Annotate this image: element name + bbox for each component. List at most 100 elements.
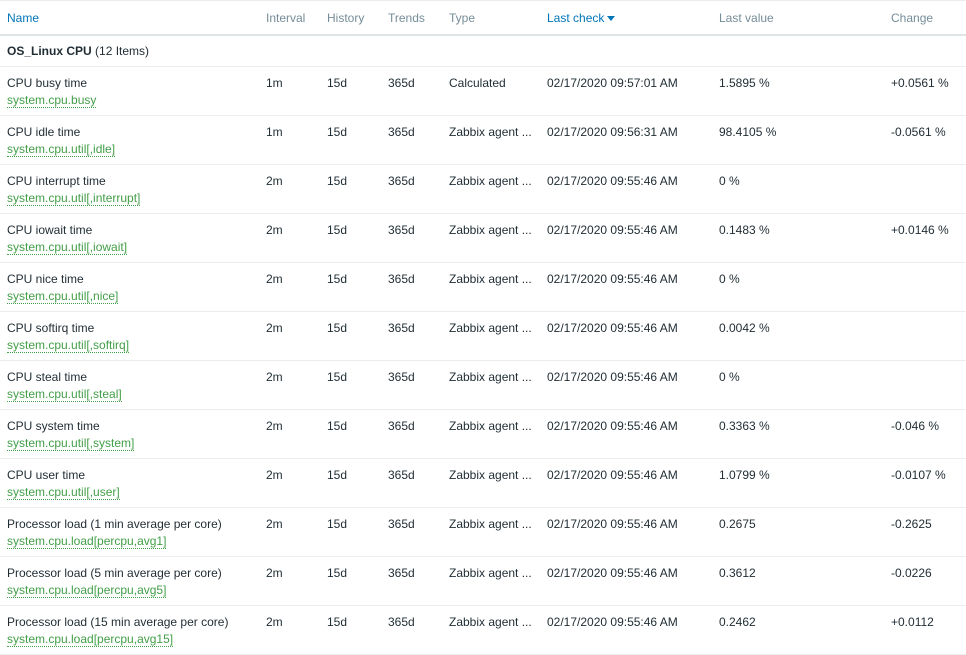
- table-row: CPU softirq time system.cpu.util[,softir…: [0, 311, 966, 361]
- item-trends: 365d: [381, 115, 442, 165]
- application-group-count: (12 Items): [95, 43, 150, 58]
- item-last-value: 0 %: [712, 164, 884, 214]
- item-last-check: 02/17/2020 09:55:46 AM: [540, 458, 712, 508]
- table-row: Processor load (15 min average per core)…: [0, 605, 966, 655]
- item-last-value: 0 %: [712, 360, 884, 410]
- item-type: Zabbix agent ...: [442, 409, 540, 459]
- item-key-link[interactable]: system.cpu.util[,iowait]: [7, 240, 128, 255]
- item-name-cell: CPU system time system.cpu.util[,system]: [0, 409, 259, 459]
- item-trends: 365d: [381, 66, 442, 116]
- application-group-name: OS_Linux CPU: [7, 43, 92, 58]
- item-last-check: 02/17/2020 09:55:46 AM: [540, 311, 712, 361]
- item-trends: 365d: [381, 409, 442, 459]
- item-change: +0.0146 %: [884, 213, 966, 263]
- item-name-cell: CPU busy time system.cpu.busy: [0, 66, 259, 116]
- item-name: CPU softirq time: [7, 320, 95, 335]
- item-last-check: 02/17/2020 09:55:46 AM: [540, 360, 712, 410]
- item-type: Zabbix agent ...: [442, 311, 540, 361]
- column-header-name[interactable]: Name: [0, 1, 259, 36]
- item-type: Zabbix agent ...: [442, 360, 540, 410]
- item-interval: 2m: [259, 311, 320, 361]
- table-row: CPU iowait time system.cpu.util[,iowait]…: [0, 213, 966, 263]
- item-history: 15d: [320, 213, 381, 263]
- column-header-trends: Trends: [381, 1, 442, 36]
- item-key-link[interactable]: system.cpu.util[,system]: [7, 436, 135, 451]
- item-last-check: 02/17/2020 09:57:01 AM: [540, 66, 712, 116]
- item-history: 15d: [320, 458, 381, 508]
- item-key-link[interactable]: system.cpu.util[,interrupt]: [7, 191, 141, 206]
- item-last-value: 98.4105 %: [712, 115, 884, 165]
- column-header-interval: Interval: [259, 1, 320, 36]
- item-last-check: 02/17/2020 09:55:46 AM: [540, 409, 712, 459]
- item-change: -0.0107 %: [884, 458, 966, 508]
- item-interval: 2m: [259, 164, 320, 214]
- item-key-link[interactable]: system.cpu.util[,nice]: [7, 289, 119, 304]
- item-name-cell: CPU steal time system.cpu.util[,steal]: [0, 360, 259, 410]
- item-key-link[interactable]: system.cpu.load[percpu,avg5]: [7, 583, 167, 598]
- table-row: Processor load (1 min average per core) …: [0, 507, 966, 557]
- item-last-value: 0.3612: [712, 556, 884, 606]
- item-key-link[interactable]: system.cpu.busy: [7, 93, 97, 108]
- item-interval: 2m: [259, 458, 320, 508]
- item-change: [884, 164, 966, 214]
- item-change: +0.0112: [884, 605, 966, 655]
- item-type: Zabbix agent ...: [442, 115, 540, 165]
- item-history: 15d: [320, 605, 381, 655]
- item-change: -0.0561 %: [884, 115, 966, 165]
- item-history: 15d: [320, 115, 381, 165]
- item-name: CPU interrupt time: [7, 173, 106, 188]
- item-last-value: 0.2462: [712, 605, 884, 655]
- item-name: Processor load (5 min average per core): [7, 565, 222, 580]
- table-row: CPU system time system.cpu.util[,system]…: [0, 409, 966, 459]
- table-row: CPU nice time system.cpu.util[,nice] 2m …: [0, 262, 966, 312]
- item-name: Processor load (1 min average per core): [7, 516, 222, 531]
- item-key-link[interactable]: system.cpu.util[,steal]: [7, 387, 122, 402]
- column-header-type: Type: [442, 1, 540, 36]
- item-last-check: 02/17/2020 09:55:46 AM: [540, 213, 712, 263]
- item-name-cell: Processor load (1 min average per core) …: [0, 507, 259, 557]
- table-body: OS_Linux CPU (12 Items) CPU busy time sy…: [0, 35, 966, 655]
- item-trends: 365d: [381, 556, 442, 606]
- item-last-value: 0.3363 %: [712, 409, 884, 459]
- item-trends: 365d: [381, 507, 442, 557]
- item-last-check: 02/17/2020 09:56:31 AM: [540, 115, 712, 165]
- item-history: 15d: [320, 262, 381, 312]
- item-interval: 2m: [259, 556, 320, 606]
- item-name: CPU busy time: [7, 75, 88, 90]
- item-type: Zabbix agent ...: [442, 262, 540, 312]
- item-type: Zabbix agent ...: [442, 164, 540, 214]
- item-history: 15d: [320, 556, 381, 606]
- item-change: -0.0226: [884, 556, 966, 606]
- item-interval: 1m: [259, 66, 320, 116]
- item-history: 15d: [320, 311, 381, 361]
- item-interval: 2m: [259, 360, 320, 410]
- item-last-check: 02/17/2020 09:55:46 AM: [540, 164, 712, 214]
- item-interval: 2m: [259, 213, 320, 263]
- item-history: 15d: [320, 164, 381, 214]
- column-header-last-check-label: Last check: [547, 10, 605, 25]
- item-key-link[interactable]: system.cpu.load[percpu,avg1]: [7, 534, 167, 549]
- item-trends: 365d: [381, 262, 442, 312]
- item-last-value: 1.0799 %: [712, 458, 884, 508]
- item-name-cell: Processor load (15 min average per core)…: [0, 605, 259, 655]
- item-key-link[interactable]: system.cpu.util[,idle]: [7, 142, 116, 157]
- item-change: -0.2625: [884, 507, 966, 557]
- item-trends: 365d: [381, 164, 442, 214]
- item-name-cell: CPU softirq time system.cpu.util[,softir…: [0, 311, 259, 361]
- item-type: Zabbix agent ...: [442, 556, 540, 606]
- sort-desc-icon: [607, 15, 616, 21]
- item-last-check: 02/17/2020 09:55:46 AM: [540, 605, 712, 655]
- item-key-link[interactable]: system.cpu.util[,user]: [7, 485, 120, 500]
- item-name-cell: Processor load (5 min average per core) …: [0, 556, 259, 606]
- item-name-cell: CPU user time system.cpu.util[,user]: [0, 458, 259, 508]
- item-history: 15d: [320, 507, 381, 557]
- item-change: +0.0561 %: [884, 66, 966, 116]
- item-last-value: 0 %: [712, 262, 884, 312]
- latest-data-table: Name Interval History Trends Type Last c…: [0, 1, 966, 655]
- column-header-last-check[interactable]: Last check: [540, 1, 712, 36]
- item-key-link[interactable]: system.cpu.load[percpu,avg15]: [7, 632, 174, 647]
- item-type: Zabbix agent ...: [442, 458, 540, 508]
- item-last-check: 02/17/2020 09:55:46 AM: [540, 262, 712, 312]
- item-key-link[interactable]: system.cpu.util[,softirq]: [7, 338, 130, 353]
- item-interval: 2m: [259, 409, 320, 459]
